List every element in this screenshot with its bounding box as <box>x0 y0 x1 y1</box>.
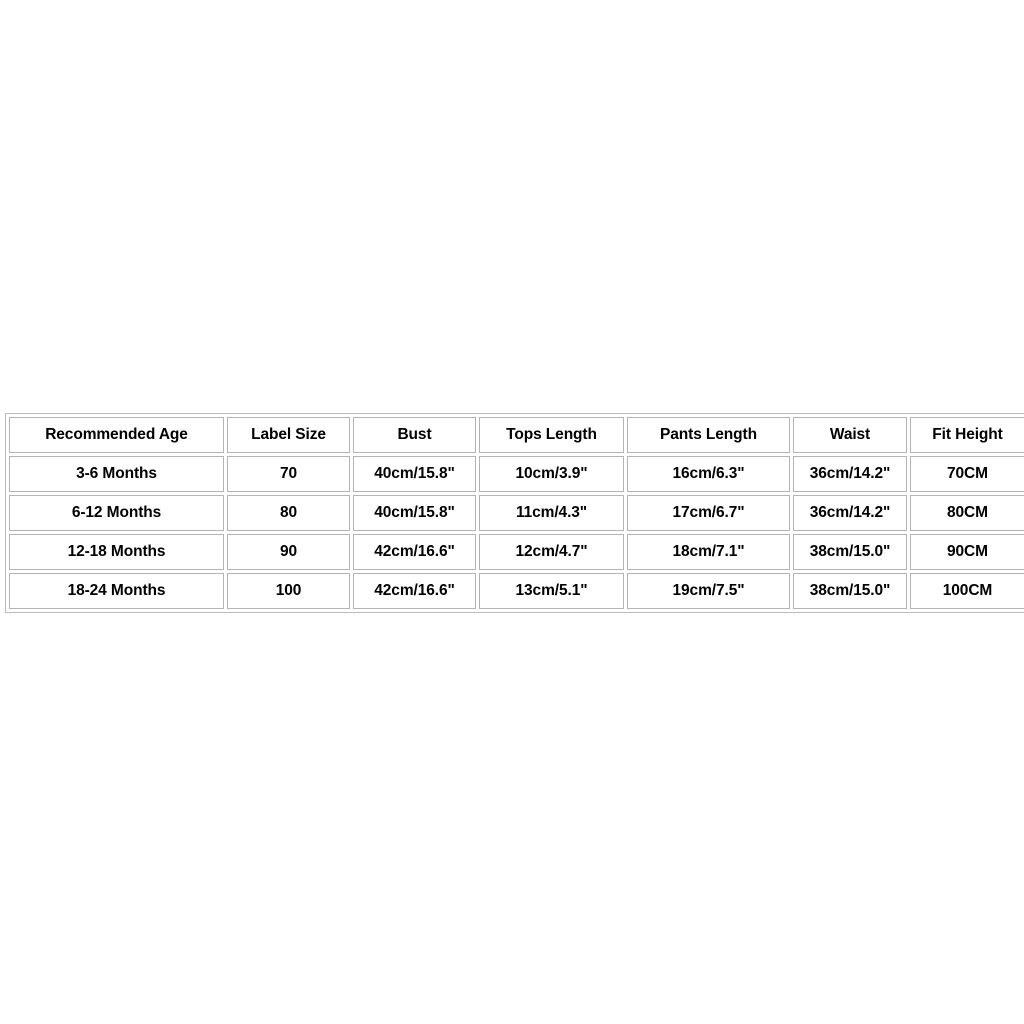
cell-bust: 40cm/15.8" <box>353 456 476 492</box>
table-row: 12-18 Months 90 42cm/16.6" 12cm/4.7" 18c… <box>9 534 1024 570</box>
cell-waist: 38cm/15.0" <box>793 534 907 570</box>
cell-recommended-age: 18-24 Months <box>9 573 224 609</box>
cell-tops-length: 12cm/4.7" <box>479 534 624 570</box>
column-header-tops-length: Tops Length <box>479 417 624 453</box>
table-header-row: Recommended Age Label Size Bust Tops Len… <box>9 417 1024 453</box>
cell-bust: 42cm/16.6" <box>353 573 476 609</box>
column-header-pants-length: Pants Length <box>627 417 790 453</box>
cell-fit-height: 80CM <box>910 495 1024 531</box>
table-body: 3-6 Months 70 40cm/15.8" 10cm/3.9" 16cm/… <box>9 456 1024 609</box>
column-header-fit-height: Fit Height <box>910 417 1024 453</box>
cell-bust: 40cm/15.8" <box>353 495 476 531</box>
cell-label-size: 90 <box>227 534 350 570</box>
cell-fit-height: 70CM <box>910 456 1024 492</box>
table-row: 6-12 Months 80 40cm/15.8" 11cm/4.3" 17cm… <box>9 495 1024 531</box>
cell-tops-length: 11cm/4.3" <box>479 495 624 531</box>
cell-waist: 36cm/14.2" <box>793 456 907 492</box>
table-row: 18-24 Months 100 42cm/16.6" 13cm/5.1" 19… <box>9 573 1024 609</box>
cell-label-size: 70 <box>227 456 350 492</box>
cell-recommended-age: 6-12 Months <box>9 495 224 531</box>
cell-bust: 42cm/16.6" <box>353 534 476 570</box>
cell-pants-length: 19cm/7.5" <box>627 573 790 609</box>
cell-tops-length: 13cm/5.1" <box>479 573 624 609</box>
cell-fit-height: 100CM <box>910 573 1024 609</box>
column-header-bust: Bust <box>353 417 476 453</box>
size-chart-table: Recommended Age Label Size Bust Tops Len… <box>5 413 1024 613</box>
cell-recommended-age: 12-18 Months <box>9 534 224 570</box>
table-header: Recommended Age Label Size Bust Tops Len… <box>9 417 1024 453</box>
column-header-label-size: Label Size <box>227 417 350 453</box>
column-header-recommended-age: Recommended Age <box>9 417 224 453</box>
cell-pants-length: 17cm/6.7" <box>627 495 790 531</box>
cell-recommended-age: 3-6 Months <box>9 456 224 492</box>
column-header-waist: Waist <box>793 417 907 453</box>
cell-pants-length: 18cm/7.1" <box>627 534 790 570</box>
cell-tops-length: 10cm/3.9" <box>479 456 624 492</box>
cell-pants-length: 16cm/6.3" <box>627 456 790 492</box>
size-chart-container: Recommended Age Label Size Bust Tops Len… <box>5 413 1024 613</box>
cell-label-size: 100 <box>227 573 350 609</box>
cell-fit-height: 90CM <box>910 534 1024 570</box>
cell-label-size: 80 <box>227 495 350 531</box>
cell-waist: 38cm/15.0" <box>793 573 907 609</box>
cell-waist: 36cm/14.2" <box>793 495 907 531</box>
table-row: 3-6 Months 70 40cm/15.8" 10cm/3.9" 16cm/… <box>9 456 1024 492</box>
